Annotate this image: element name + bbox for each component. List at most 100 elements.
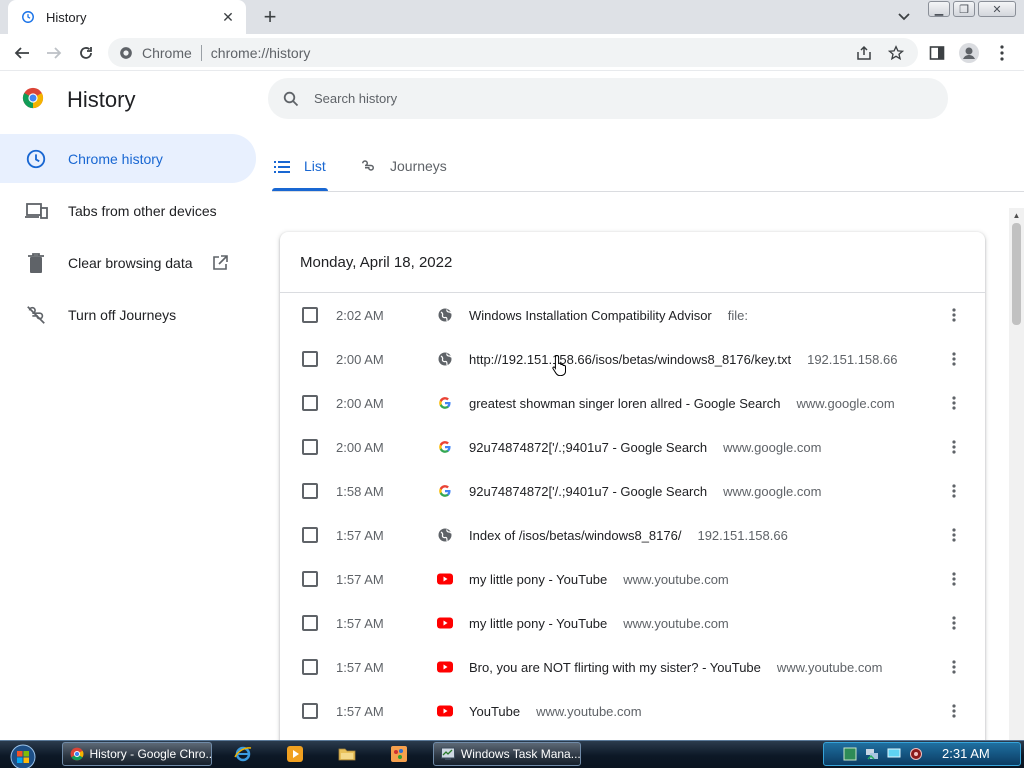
more-actions-icon[interactable] (944, 435, 964, 459)
paint-icon[interactable] (389, 744, 409, 764)
history-row[interactable]: 2:02 AM Windows Installation Compatibili… (280, 293, 985, 337)
start-orb-icon[interactable] (5, 744, 43, 768)
row-checkbox[interactable] (302, 483, 318, 499)
row-checkbox[interactable] (302, 703, 318, 719)
tab-journeys[interactable]: Journeys (358, 150, 458, 191)
page-title-link[interactable]: greatest showman singer loren allred - G… (469, 396, 780, 411)
visit-time: 1:58 AM (336, 483, 384, 499)
more-actions-icon[interactable] (944, 347, 964, 371)
page-scrollbar[interactable]: ▲ (1009, 208, 1024, 740)
row-link[interactable]: 92u74874872['/.;9401u7 - Google Search w… (469, 440, 821, 455)
more-actions-icon[interactable] (944, 479, 964, 503)
sidebar-item-tabs-other-devices[interactable]: Tabs from other devices (0, 186, 256, 235)
devices-icon (24, 199, 48, 223)
row-link[interactable]: greatest showman singer loren allred - G… (469, 396, 895, 411)
page-title-link[interactable]: Index of /isos/betas/windows8_8176/ (469, 528, 681, 543)
row-link[interactable]: 92u74874872['/.;9401u7 - Google Search w… (469, 484, 821, 499)
history-row[interactable]: 1:57 AM Index of /isos/betas/windows8_81… (280, 513, 985, 557)
more-actions-icon[interactable] (944, 567, 964, 591)
visit-time: 2:00 AM (336, 439, 384, 455)
new-tab-button[interactable]: + (258, 4, 282, 29)
maximize-button[interactable]: ❐ (953, 1, 975, 17)
forward-button[interactable] (42, 41, 66, 65)
row-link[interactable]: my little pony - YouTube www.youtube.com (469, 572, 729, 587)
page-title-link[interactable]: Windows Installation Compatibility Advis… (469, 308, 712, 323)
history-row[interactable]: 1:57 AM my little pony - YouTube www.you… (280, 557, 985, 601)
page-title-link[interactable]: 92u74874872['/.;9401u7 - Google Search (469, 484, 707, 499)
menu-kebab-icon[interactable] (991, 42, 1013, 64)
history-row[interactable]: 2:00 AM greatest showman singer loren al… (280, 381, 985, 425)
sidebar-item-chrome-history[interactable]: Chrome history (0, 134, 256, 183)
sidebar-item-clear-browsing-data[interactable]: Clear browsing data (0, 238, 256, 287)
back-button[interactable] (10, 41, 34, 65)
page-title-link[interactable]: 92u74874872['/.;9401u7 - Google Search (469, 440, 707, 455)
search-input[interactable] (314, 91, 914, 106)
tab-list[interactable]: List (272, 150, 328, 191)
display-icon[interactable] (886, 746, 902, 762)
page-title-link[interactable]: my little pony - YouTube (469, 616, 607, 631)
row-link[interactable]: YouTube www.youtube.com (469, 704, 642, 719)
row-checkbox[interactable] (302, 395, 318, 411)
share-icon[interactable] (856, 38, 872, 67)
explorer-folder-icon[interactable] (337, 744, 357, 764)
row-checkbox[interactable] (302, 571, 318, 587)
taskbar-button-label: Windows Task Mana... (460, 747, 580, 761)
row-checkbox[interactable] (302, 351, 318, 367)
page-domain: file: (727, 307, 749, 323)
tab-history[interactable]: History ✕ (8, 0, 246, 34)
back-arrow-icon (14, 47, 29, 59)
more-actions-icon[interactable] (944, 523, 964, 547)
row-link[interactable]: Index of /isos/betas/windows8_8176/ 192.… (469, 528, 788, 543)
omnibox[interactable]: Chrome chrome://history (108, 38, 918, 67)
close-tab-icon[interactable]: ✕ (220, 9, 236, 25)
row-checkbox[interactable] (302, 615, 318, 631)
page-title-link[interactable]: http://192.151.158.66/isos/betas/windows… (469, 352, 791, 367)
history-row[interactable]: 1:57 AM YouTube www.youtube.com (280, 689, 985, 733)
sidebar-item-turn-off-journeys[interactable]: Turn off Journeys (0, 290, 256, 339)
internet-explorer-icon[interactable] (233, 744, 253, 764)
row-link[interactable]: http://192.151.158.66/isos/betas/windows… (469, 352, 897, 367)
network-icon[interactable] (864, 746, 880, 762)
history-row[interactable]: 2:00 AM 92u74874872['/.;9401u7 - Google … (280, 425, 985, 469)
search-history-box[interactable] (268, 78, 948, 119)
more-actions-icon[interactable] (944, 611, 964, 635)
row-checkbox[interactable] (302, 659, 318, 675)
page-title-link[interactable]: YouTube (469, 704, 520, 719)
more-actions-icon[interactable] (944, 303, 964, 327)
taskbar-clock[interactable]: 2:31 AM (942, 746, 990, 761)
more-actions-icon[interactable] (944, 699, 964, 723)
tray-app-icon[interactable] (842, 746, 858, 762)
row-checkbox[interactable] (302, 527, 318, 543)
history-row[interactable]: 1:58 AM 92u74874872['/.;9401u7 - Google … (280, 469, 985, 513)
close-window-button[interactable]: ✕ (978, 1, 1016, 17)
taskbar-button-chrome[interactable]: History - Google Chro... (62, 742, 212, 766)
media-player-icon[interactable] (285, 744, 305, 764)
history-row[interactable]: 2:00 AM http://192.151.158.66/isos/betas… (280, 337, 985, 381)
page-title-link[interactable]: my little pony - YouTube (469, 572, 607, 587)
url-text[interactable]: chrome://history (211, 45, 311, 61)
more-actions-icon[interactable] (944, 391, 964, 415)
forward-arrow-icon (47, 47, 62, 59)
more-actions-icon[interactable] (944, 655, 964, 679)
journeys-off-icon (24, 303, 48, 327)
history-row[interactable]: 1:57 AM my little pony - YouTube www.you… (280, 601, 985, 645)
minimize-button[interactable]: ▁ (928, 1, 950, 17)
history-row[interactable]: 1:57 AM Bro, you are NOT flirting with m… (280, 645, 985, 689)
side-panel-icon[interactable] (926, 42, 948, 64)
omnibox-separator (200, 44, 202, 61)
scrollbar-thumb[interactable] (1012, 223, 1021, 325)
row-link[interactable]: Windows Installation Compatibility Advis… (469, 308, 748, 323)
profile-avatar-icon[interactable] (958, 42, 980, 64)
taskbar-button-task-manager[interactable]: Windows Task Mana... (433, 742, 581, 766)
row-checkbox[interactable] (302, 439, 318, 455)
row-link[interactable]: my little pony - YouTube www.youtube.com (469, 616, 729, 631)
tab-search-chevron-icon[interactable] (894, 7, 914, 27)
volume-icon[interactable] (908, 746, 924, 762)
row-checkbox[interactable] (302, 307, 318, 323)
scroll-up-arrow-icon[interactable]: ▲ (1009, 208, 1024, 223)
page-title-link[interactable]: Bro, you are NOT flirting with my sister… (469, 660, 761, 675)
bookmark-star-icon[interactable] (888, 38, 904, 67)
reload-button[interactable] (74, 41, 98, 65)
row-link[interactable]: Bro, you are NOT flirting with my sister… (469, 660, 882, 675)
visit-time: 1:57 AM (336, 527, 384, 543)
